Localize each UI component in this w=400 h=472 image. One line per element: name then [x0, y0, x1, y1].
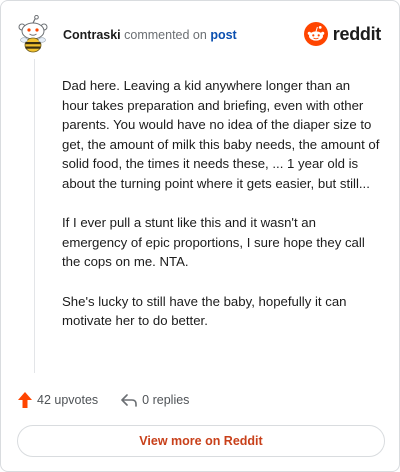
comment-paragraph: She's lucky to still have the baby, hope…	[62, 293, 347, 329]
reddit-wordmark: reddit	[332, 23, 382, 44]
comment-body: Dad here. Leaving a kid anywhere longer …	[62, 76, 380, 351]
reply-arrow-icon	[121, 394, 137, 407]
upvote-arrow-icon	[18, 392, 32, 408]
view-more-label: View more on Reddit	[139, 434, 263, 448]
comment-header: Contraski commented on post reddit	[17, 15, 383, 55]
comment-paragraph: If I ever pull a stunt like this and it …	[62, 215, 365, 269]
reply-count: 0 replies	[142, 393, 190, 407]
upvote-count: 42 upvotes	[37, 393, 99, 407]
comment-paragraph: Dad here. Leaving a kid anywhere longer …	[62, 78, 380, 191]
user-avatar[interactable]	[17, 15, 49, 53]
view-more-button[interactable]: View more on Reddit	[17, 425, 385, 457]
comment-meta: Contraski commented on post	[63, 27, 237, 43]
author-name[interactable]: Contraski	[63, 28, 121, 42]
upvote-button[interactable]: 42 upvotes	[17, 391, 98, 409]
reddit-logo[interactable]: reddit	[303, 21, 382, 47]
embedded-comment-card: Contraski commented on post reddit Dad h…	[0, 0, 400, 472]
replies-button[interactable]: 0 replies	[120, 392, 189, 408]
comment-actions: 42 upvotes 0 replies	[17, 389, 211, 411]
post-link[interactable]: post	[210, 28, 236, 42]
reddit-snoo-icon	[303, 22, 328, 46]
action-text: commented on	[124, 28, 207, 42]
thread-line	[34, 59, 35, 373]
